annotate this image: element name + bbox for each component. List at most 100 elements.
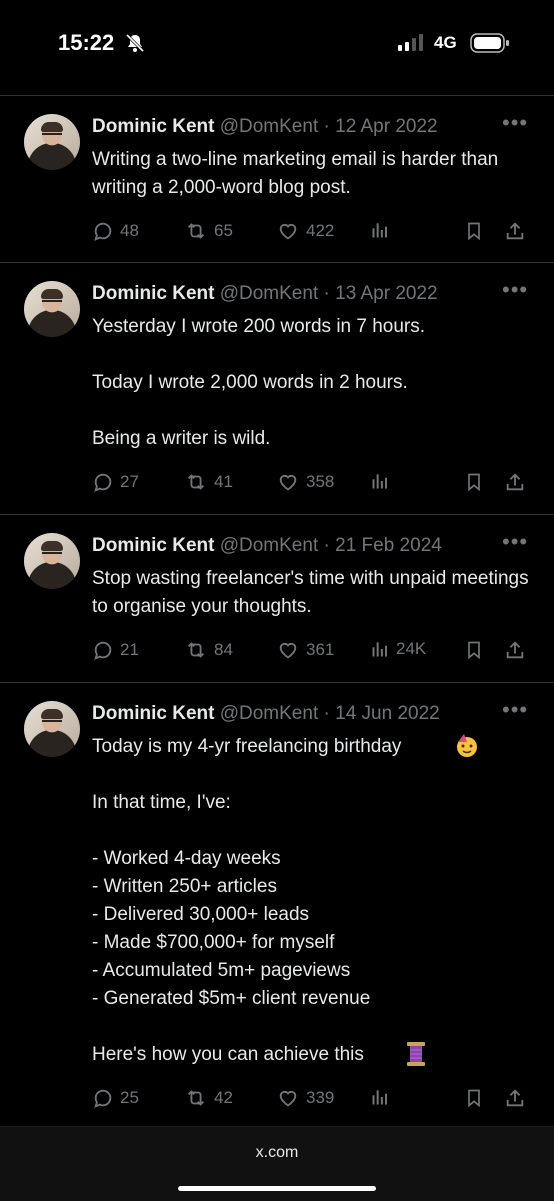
reply-button[interactable]: 25 — [92, 1087, 139, 1109]
repost-button[interactable]: 42 — [184, 1087, 233, 1109]
repost-count: 65 — [214, 221, 233, 240]
reply-icon — [92, 639, 120, 661]
tweet-actions: 25 42 339 — [92, 1087, 532, 1111]
share-icon — [504, 639, 532, 661]
tweet-actions: 48 65 422 — [92, 220, 532, 244]
author-handle[interactable]: @DomKent — [220, 703, 319, 724]
thread-emoji-icon — [404, 1041, 428, 1072]
reply-count: 27 — [120, 472, 139, 491]
like-count: 361 — [306, 640, 335, 659]
signal-icon — [398, 34, 423, 51]
repost-count: 41 — [214, 472, 233, 491]
tweet-actions: 27 41 358 — [92, 471, 532, 495]
tweet-text: Writing a two-line marketing email is ha… — [92, 149, 504, 198]
like-count: 422 — [306, 221, 335, 240]
reply-icon — [92, 220, 120, 242]
views-icon — [370, 471, 396, 491]
tweet-header: Dominic Kent @DomKent · 13 Apr 2022 — [92, 283, 438, 305]
more-icon[interactable]: ••• — [502, 112, 528, 134]
views-button[interactable] — [370, 471, 396, 491]
url-label[interactable]: x.com — [0, 1144, 554, 1162]
like-count: 358 — [306, 472, 335, 491]
author-name[interactable]: Dominic Kent — [92, 283, 214, 304]
repost-icon — [184, 220, 214, 242]
bookmark-icon — [464, 1087, 490, 1109]
bookmark-icon — [464, 471, 490, 493]
heart-icon — [276, 220, 306, 242]
repost-button[interactable]: 84 — [184, 639, 233, 661]
share-button[interactable] — [504, 1087, 532, 1109]
author-handle[interactable]: @DomKent — [220, 535, 319, 556]
reply-button[interactable]: 48 — [92, 220, 139, 242]
tweet-header: Dominic Kent @DomKent · 12 Apr 2022 — [92, 116, 438, 138]
separator: · — [323, 116, 330, 137]
tweet-text: Yesterday I wrote 200 words in 7 hours. … — [92, 316, 426, 449]
network-label: 4G — [434, 33, 457, 52]
reply-count: 21 — [120, 640, 139, 659]
share-button[interactable] — [504, 220, 532, 242]
more-icon[interactable]: ••• — [502, 279, 528, 301]
share-button[interactable] — [504, 639, 532, 661]
tweet-date[interactable]: 13 Apr 2022 — [335, 283, 437, 304]
more-icon[interactable]: ••• — [502, 531, 528, 553]
separator: · — [323, 283, 330, 304]
author-name[interactable]: Dominic Kent — [92, 703, 214, 724]
bookmark-button[interactable] — [464, 639, 490, 661]
repost-icon — [184, 471, 214, 493]
views-icon — [370, 1087, 396, 1107]
bookmark-icon — [464, 220, 490, 242]
like-button[interactable]: 422 — [276, 220, 334, 242]
bell-slash-icon — [125, 33, 145, 53]
reply-button[interactable]: 27 — [92, 471, 139, 493]
tweet-header: Dominic Kent @DomKent · 21 Feb 2024 — [92, 535, 442, 557]
separator: · — [323, 535, 330, 556]
tweet[interactable]: Dominic Kent @DomKent · 13 Apr 2022 ••• … — [0, 262, 554, 514]
tweet-actions: 21 84 361 24K — [92, 639, 532, 663]
home-indicator[interactable] — [178, 1186, 376, 1191]
avatar[interactable] — [24, 114, 80, 170]
bookmark-button[interactable] — [464, 1087, 490, 1109]
bookmark-button[interactable] — [464, 220, 490, 242]
bookmark-button[interactable] — [464, 471, 490, 493]
heart-icon — [276, 471, 306, 493]
tweet-text: Stop wasting freelancer's time with unpa… — [92, 568, 534, 617]
avatar[interactable] — [24, 701, 80, 757]
like-button[interactable]: 339 — [276, 1087, 334, 1109]
repost-icon — [184, 1087, 214, 1109]
tweet[interactable]: Dominic Kent @DomKent · 14 Jun 2022 ••• … — [0, 682, 554, 1123]
author-name[interactable]: Dominic Kent — [92, 116, 214, 137]
views-button[interactable] — [370, 1087, 396, 1107]
like-button[interactable]: 358 — [276, 471, 334, 493]
like-button[interactable]: 361 — [276, 639, 334, 661]
bookmark-icon — [464, 639, 490, 661]
reply-button[interactable]: 21 — [92, 639, 139, 661]
reply-count: 25 — [120, 1088, 139, 1107]
share-icon — [504, 471, 532, 493]
repost-count: 84 — [214, 640, 233, 659]
tweet-date[interactable]: 21 Feb 2024 — [335, 535, 442, 556]
heart-icon — [276, 639, 306, 661]
party-face-emoji-icon — [454, 733, 480, 764]
tweet[interactable]: Dominic Kent @DomKent · 12 Apr 2022 ••• … — [0, 95, 554, 262]
author-name[interactable]: Dominic Kent — [92, 535, 214, 556]
repost-button[interactable]: 41 — [184, 471, 233, 493]
views-button[interactable]: 24K — [370, 639, 426, 659]
battery-icon — [470, 33, 509, 53]
share-icon — [504, 220, 532, 242]
more-icon[interactable]: ••• — [502, 699, 528, 721]
reply-icon — [92, 471, 120, 493]
repost-button[interactable]: 65 — [184, 220, 233, 242]
author-handle[interactable]: @DomKent — [220, 116, 319, 137]
tweet[interactable]: Dominic Kent @DomKent · 21 Feb 2024 ••• … — [0, 514, 554, 682]
status-time: 15:22 — [58, 30, 115, 55]
repost-count: 42 — [214, 1088, 233, 1107]
views-button[interactable] — [370, 220, 396, 240]
avatar[interactable] — [24, 533, 80, 589]
share-button[interactable] — [504, 471, 532, 493]
tweet-date[interactable]: 14 Jun 2022 — [335, 703, 440, 724]
tweet-date[interactable]: 12 Apr 2022 — [335, 116, 437, 137]
reply-count: 48 — [120, 221, 139, 240]
views-icon — [370, 220, 396, 240]
avatar[interactable] — [24, 281, 80, 337]
author-handle[interactable]: @DomKent — [220, 283, 319, 304]
